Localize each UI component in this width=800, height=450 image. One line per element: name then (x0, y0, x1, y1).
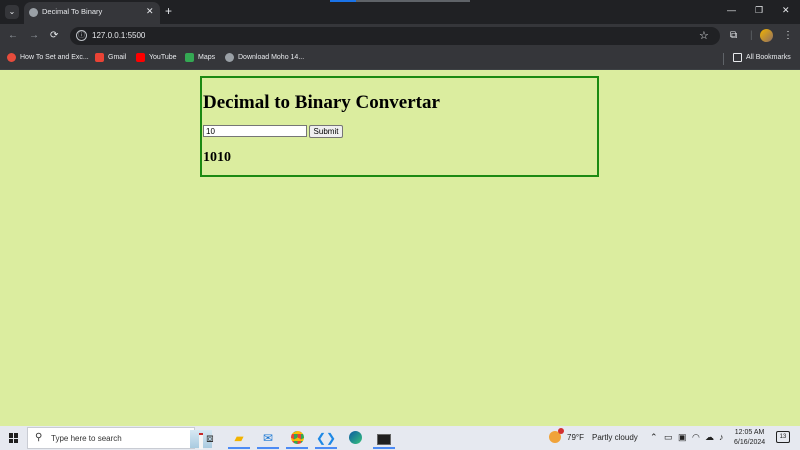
camera-icon[interactable]: ▣ (678, 432, 687, 443)
notifications-icon[interactable]: 13 (776, 431, 790, 443)
wifi-icon[interactable]: ◠ (692, 432, 700, 443)
page-viewport: Decimal to Binary Convertar Submit 1010 (0, 70, 800, 426)
battery-icon[interactable]: ▭ (664, 432, 673, 443)
chrome-icon[interactable] (286, 429, 308, 449)
decimal-input[interactable] (203, 125, 307, 137)
task-view-icon[interactable]: ⧈ (199, 429, 221, 449)
onedrive-cloud-icon[interactable]: ☁ (705, 432, 714, 443)
youtube-icon (136, 53, 145, 62)
bookmark-star-icon[interactable]: ☆ (699, 29, 709, 42)
globe-icon (29, 8, 38, 17)
extensions-icon[interactable]: ⧉ (730, 30, 737, 42)
bookmark-label: Gmail (108, 54, 127, 61)
toolbar-divider: | (750, 30, 753, 41)
search-icon: ⚲ (35, 432, 43, 443)
binary-result: 1010 (203, 150, 231, 165)
weather-temp: 79°F (567, 432, 584, 442)
profile-avatar[interactable] (760, 29, 773, 42)
page-title: Decimal to Binary Convertar (203, 92, 440, 113)
file-explorer-icon[interactable]: ▰ (228, 429, 250, 449)
bookmark-label: Download Moho 14... (238, 54, 305, 61)
bookmarks-divider (723, 53, 724, 65)
tab-title: Decimal To Binary (42, 7, 103, 16)
chevron-up-icon[interactable]: ⌃ (650, 432, 658, 443)
bookmark-download-moho[interactable]: Download Moho 14... (225, 53, 304, 62)
browser-menu-icon[interactable]: ⋮ (783, 30, 793, 42)
all-bookmarks-label: All Bookmarks (746, 54, 791, 61)
search-placeholder: Type here to search (51, 434, 122, 443)
browser-toolbar: ← → ⟳ ⓘ 127.0.0.1:5500 ☆ ⧉ | ⋮ (0, 24, 800, 48)
address-bar[interactable]: ⓘ 127.0.0.1:5500 ☆ (70, 27, 720, 45)
reload-button[interactable]: ⟳ (50, 29, 58, 43)
bookmark-label: Maps (198, 54, 216, 61)
close-tab-icon[interactable]: ✕ (146, 6, 154, 17)
weather-cloud-sun-icon (549, 428, 564, 443)
mail-icon[interactable]: ✉ (257, 429, 279, 449)
tab-search-button[interactable]: ⌄ (5, 5, 19, 19)
back-button[interactable]: ← (8, 29, 18, 43)
minimize-button[interactable]: — (727, 5, 736, 15)
windows-start-icon[interactable] (9, 433, 19, 443)
close-window-button[interactable]: ✕ (782, 5, 790, 16)
new-tab-button[interactable]: + (165, 4, 172, 18)
maps-icon (185, 53, 194, 62)
weather-condition: Partly cloudy (591, 432, 638, 442)
vscode-icon[interactable]: ❮❯ (315, 429, 337, 449)
site-info-icon[interactable]: ⓘ (76, 30, 87, 41)
top-accent-progress (330, 0, 356, 2)
all-bookmarks-button[interactable]: All Bookmarks (733, 53, 791, 62)
submit-button[interactable]: Submit (309, 125, 343, 138)
bookmark-maps[interactable]: Maps (185, 53, 215, 62)
taskbar-clock[interactable]: 12:05 AM 6/16/2024 (734, 428, 765, 448)
folder-icon (733, 53, 742, 62)
terminal-icon[interactable] (373, 429, 395, 449)
bookmarks-bar: How To Set and Exc... Gmail YouTube Maps… (0, 48, 800, 70)
speaker-icon[interactable]: ♪ (719, 432, 724, 442)
bookmark-how-to-set[interactable]: How To Set and Exc... (7, 53, 89, 62)
gmail-icon (95, 53, 104, 62)
browser-tab[interactable]: Decimal To Binary ✕ (24, 2, 160, 24)
tab-strip: ⌄ Decimal To Binary ✕ + — ❐ ✕ (0, 0, 800, 24)
url-text[interactable]: 127.0.0.1:5500 (92, 31, 145, 40)
bookmark-label: How To Set and Exc... (20, 54, 89, 61)
restore-button[interactable]: ❐ (755, 5, 763, 16)
forward-button[interactable]: → (29, 29, 39, 43)
windows-taskbar: ⚲ Type here to search ⧈ ▰ ✉ ❮❯ 79°F Part… (0, 426, 800, 450)
red-site-icon (7, 53, 16, 62)
converter-container: Decimal to Binary Convertar Submit 1010 (200, 76, 599, 177)
bookmark-youtube[interactable]: YouTube (136, 53, 177, 62)
globe-icon (225, 53, 234, 62)
taskbar-search[interactable]: ⚲ Type here to search (27, 427, 212, 449)
weather-widget[interactable]: 79°F Partly cloudy (549, 428, 638, 443)
bookmark-label: YouTube (149, 54, 177, 61)
bookmark-gmail[interactable]: Gmail (95, 53, 126, 62)
clock-date: 6/16/2024 (734, 439, 766, 446)
clock-time: 12:05 AM (734, 429, 765, 436)
edge-icon[interactable] (344, 429, 366, 449)
